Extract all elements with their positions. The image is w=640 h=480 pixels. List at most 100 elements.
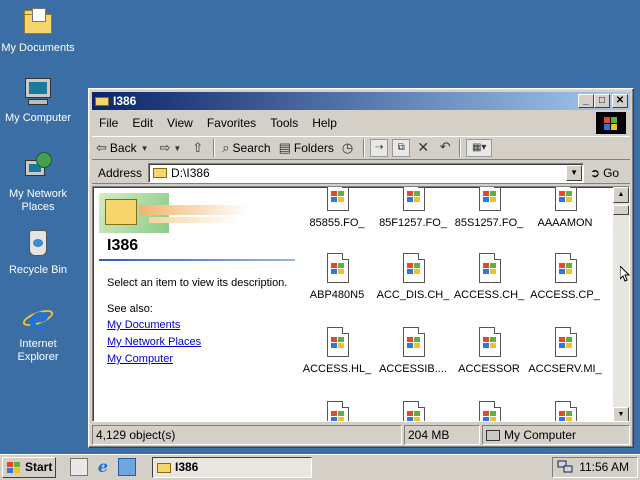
file-icon — [323, 401, 351, 421]
scroll-up-button[interactable]: ▲ — [613, 187, 629, 203]
chevron-down-icon: ▼ — [173, 143, 182, 153]
desktop-icon-my-documents[interactable]: My Documents — [0, 6, 76, 55]
menu-view[interactable]: View — [160, 116, 200, 130]
folder-title: I386 — [107, 237, 139, 254]
menu-help[interactable]: Help — [305, 116, 344, 130]
web-view-pane: I386 Select an item to view its descript… — [93, 187, 295, 421]
move-to-icon[interactable]: ⇢ — [370, 139, 389, 157]
file-item[interactable] — [373, 401, 453, 421]
file-item[interactable]: ACCSERV.MI_ — [525, 327, 605, 375]
file-item[interactable]: 85855.FO_ — [297, 187, 377, 229]
file-name: ACC_DIS.CH_ — [376, 289, 450, 301]
file-icon — [475, 327, 503, 359]
desktop-icon-internet-explorer[interactable]: e Internet Explorer — [0, 302, 76, 364]
address-label: Address — [98, 165, 143, 180]
show-desktop-icon[interactable] — [70, 458, 88, 476]
address-dropdown-button[interactable]: ▼ — [566, 164, 583, 181]
file-item[interactable]: ABP480N5 — [297, 253, 377, 301]
scroll-thumb[interactable] — [613, 205, 629, 215]
file-item[interactable] — [297, 401, 377, 421]
network-icon[interactable] — [557, 460, 573, 474]
file-item[interactable]: ACCESSOR — [449, 327, 529, 375]
menu-tools[interactable]: Tools — [263, 116, 305, 130]
file-name: ACCESSIB.... — [379, 363, 447, 375]
start-button[interactable]: Start — [2, 457, 56, 478]
my-computer-icon — [486, 430, 500, 442]
delete-icon[interactable]: ✕ — [414, 139, 432, 157]
search-button[interactable]: ⌕ Search — [218, 137, 274, 159]
my-computer-icon — [22, 76, 54, 108]
title-bar[interactable]: I386 _ □ ✕ — [92, 92, 630, 110]
menu-edit[interactable]: Edit — [125, 116, 160, 130]
forward-arrow-icon: ⇨ — [159, 140, 171, 155]
see-also-heading: See also: — [107, 303, 153, 315]
link-my-documents[interactable]: My Documents — [107, 319, 180, 331]
divider — [99, 259, 295, 261]
go-arrow-icon: ➲ — [590, 165, 601, 180]
link-my-network-places[interactable]: My Network Places — [107, 336, 201, 348]
link-my-computer[interactable]: My Computer — [107, 353, 173, 365]
address-input[interactable]: D:\I386 ▼ — [148, 162, 585, 183]
my-documents-icon — [22, 6, 54, 38]
search-icon: ⌕ — [222, 140, 230, 155]
file-item[interactable]: ACCESSIB.... — [373, 327, 453, 375]
file-item[interactable]: 85S1257.FO_ — [449, 187, 529, 229]
file-item[interactable]: ACCESS.CP_ — [525, 253, 605, 301]
up-folder-button[interactable]: ⇧ — [188, 137, 210, 159]
taskbar-window-button[interactable]: I386 — [152, 457, 312, 478]
outlook-express-icon[interactable] — [118, 458, 136, 476]
recycle-bin-icon — [22, 228, 54, 260]
vertical-scrollbar[interactable]: ▲ ▼ — [613, 187, 629, 421]
toolbar: ⇦ Back ▼ ⇨ ▼ ⇧ ⌕ Search ▤ Folders ◷ ⇢ ⧉ … — [92, 136, 630, 160]
toolbar-separator — [459, 139, 462, 157]
status-object-count: 4,129 object(s) — [92, 425, 402, 445]
file-item[interactable]: ACCESS.HL_ — [297, 327, 377, 375]
file-item[interactable]: ACC_DIS.CH_ — [373, 253, 453, 301]
file-icon — [475, 187, 503, 213]
minimize-button[interactable]: _ — [578, 94, 594, 108]
undo-icon[interactable]: ↶ — [436, 139, 454, 157]
internet-explorer-icon: e — [20, 302, 56, 334]
back-button[interactable]: ⇦ Back ▼ — [92, 137, 156, 159]
forward-button[interactable]: ⇨ ▼ — [156, 137, 189, 159]
views-icon[interactable]: ▦▾ — [466, 139, 493, 157]
folders-icon: ▤ — [278, 140, 291, 155]
history-button[interactable]: ◷ — [338, 137, 360, 159]
address-value: D:\I386 — [171, 165, 210, 180]
file-name: ABP480N5 — [309, 289, 365, 301]
desktop-icon-my-computer[interactable]: My Computer — [0, 76, 76, 125]
folders-button[interactable]: ▤ Folders — [275, 137, 338, 159]
file-item[interactable]: 85F1257.FO_ — [373, 187, 453, 229]
desktop-icon-label: Internet Explorer — [17, 338, 59, 363]
desktop-icon-network-places[interactable]: My Network Places — [0, 152, 76, 214]
go-button[interactable]: ➲ Go — [590, 166, 619, 180]
folders-label: Folders — [293, 141, 334, 155]
maximize-button[interactable]: □ — [594, 94, 610, 108]
window-title: I386 — [113, 94, 137, 108]
clock[interactable]: 11:56 AM — [579, 458, 629, 477]
file-item[interactable]: AAAAMON — [525, 187, 605, 229]
copy-to-icon[interactable]: ⧉ — [392, 139, 411, 157]
close-button[interactable]: ✕ — [612, 94, 628, 108]
back-label: Back — [109, 141, 137, 155]
toolbar-separator — [363, 139, 366, 157]
desktop-icon-label: My Computer — [4, 112, 72, 124]
status-size: 204 MB — [404, 425, 480, 445]
scroll-down-button[interactable]: ▼ — [613, 407, 629, 421]
menu-favorites[interactable]: Favorites — [200, 116, 263, 130]
folder-view: I386 Select an item to view its descript… — [92, 186, 630, 422]
toolbar-separator — [213, 139, 216, 157]
mouse-cursor-icon — [620, 266, 630, 282]
history-icon: ◷ — [341, 140, 354, 155]
explorer-window: I386 _ □ ✕ File Edit View Favorites Tool… — [88, 88, 634, 448]
system-tray: 11:56 AM — [552, 457, 638, 478]
folder-icon — [95, 95, 109, 106]
file-item[interactable] — [449, 401, 529, 421]
file-name: ACCESS.CH_ — [453, 289, 525, 301]
internet-explorer-icon[interactable]: e — [94, 458, 112, 476]
status-zone-label: My Computer — [504, 428, 577, 442]
file-item[interactable] — [525, 401, 605, 421]
file-item[interactable]: ACCESS.CH_ — [449, 253, 529, 301]
desktop-icon-recycle-bin[interactable]: Recycle Bin — [0, 228, 76, 277]
menu-file[interactable]: File — [92, 116, 125, 130]
